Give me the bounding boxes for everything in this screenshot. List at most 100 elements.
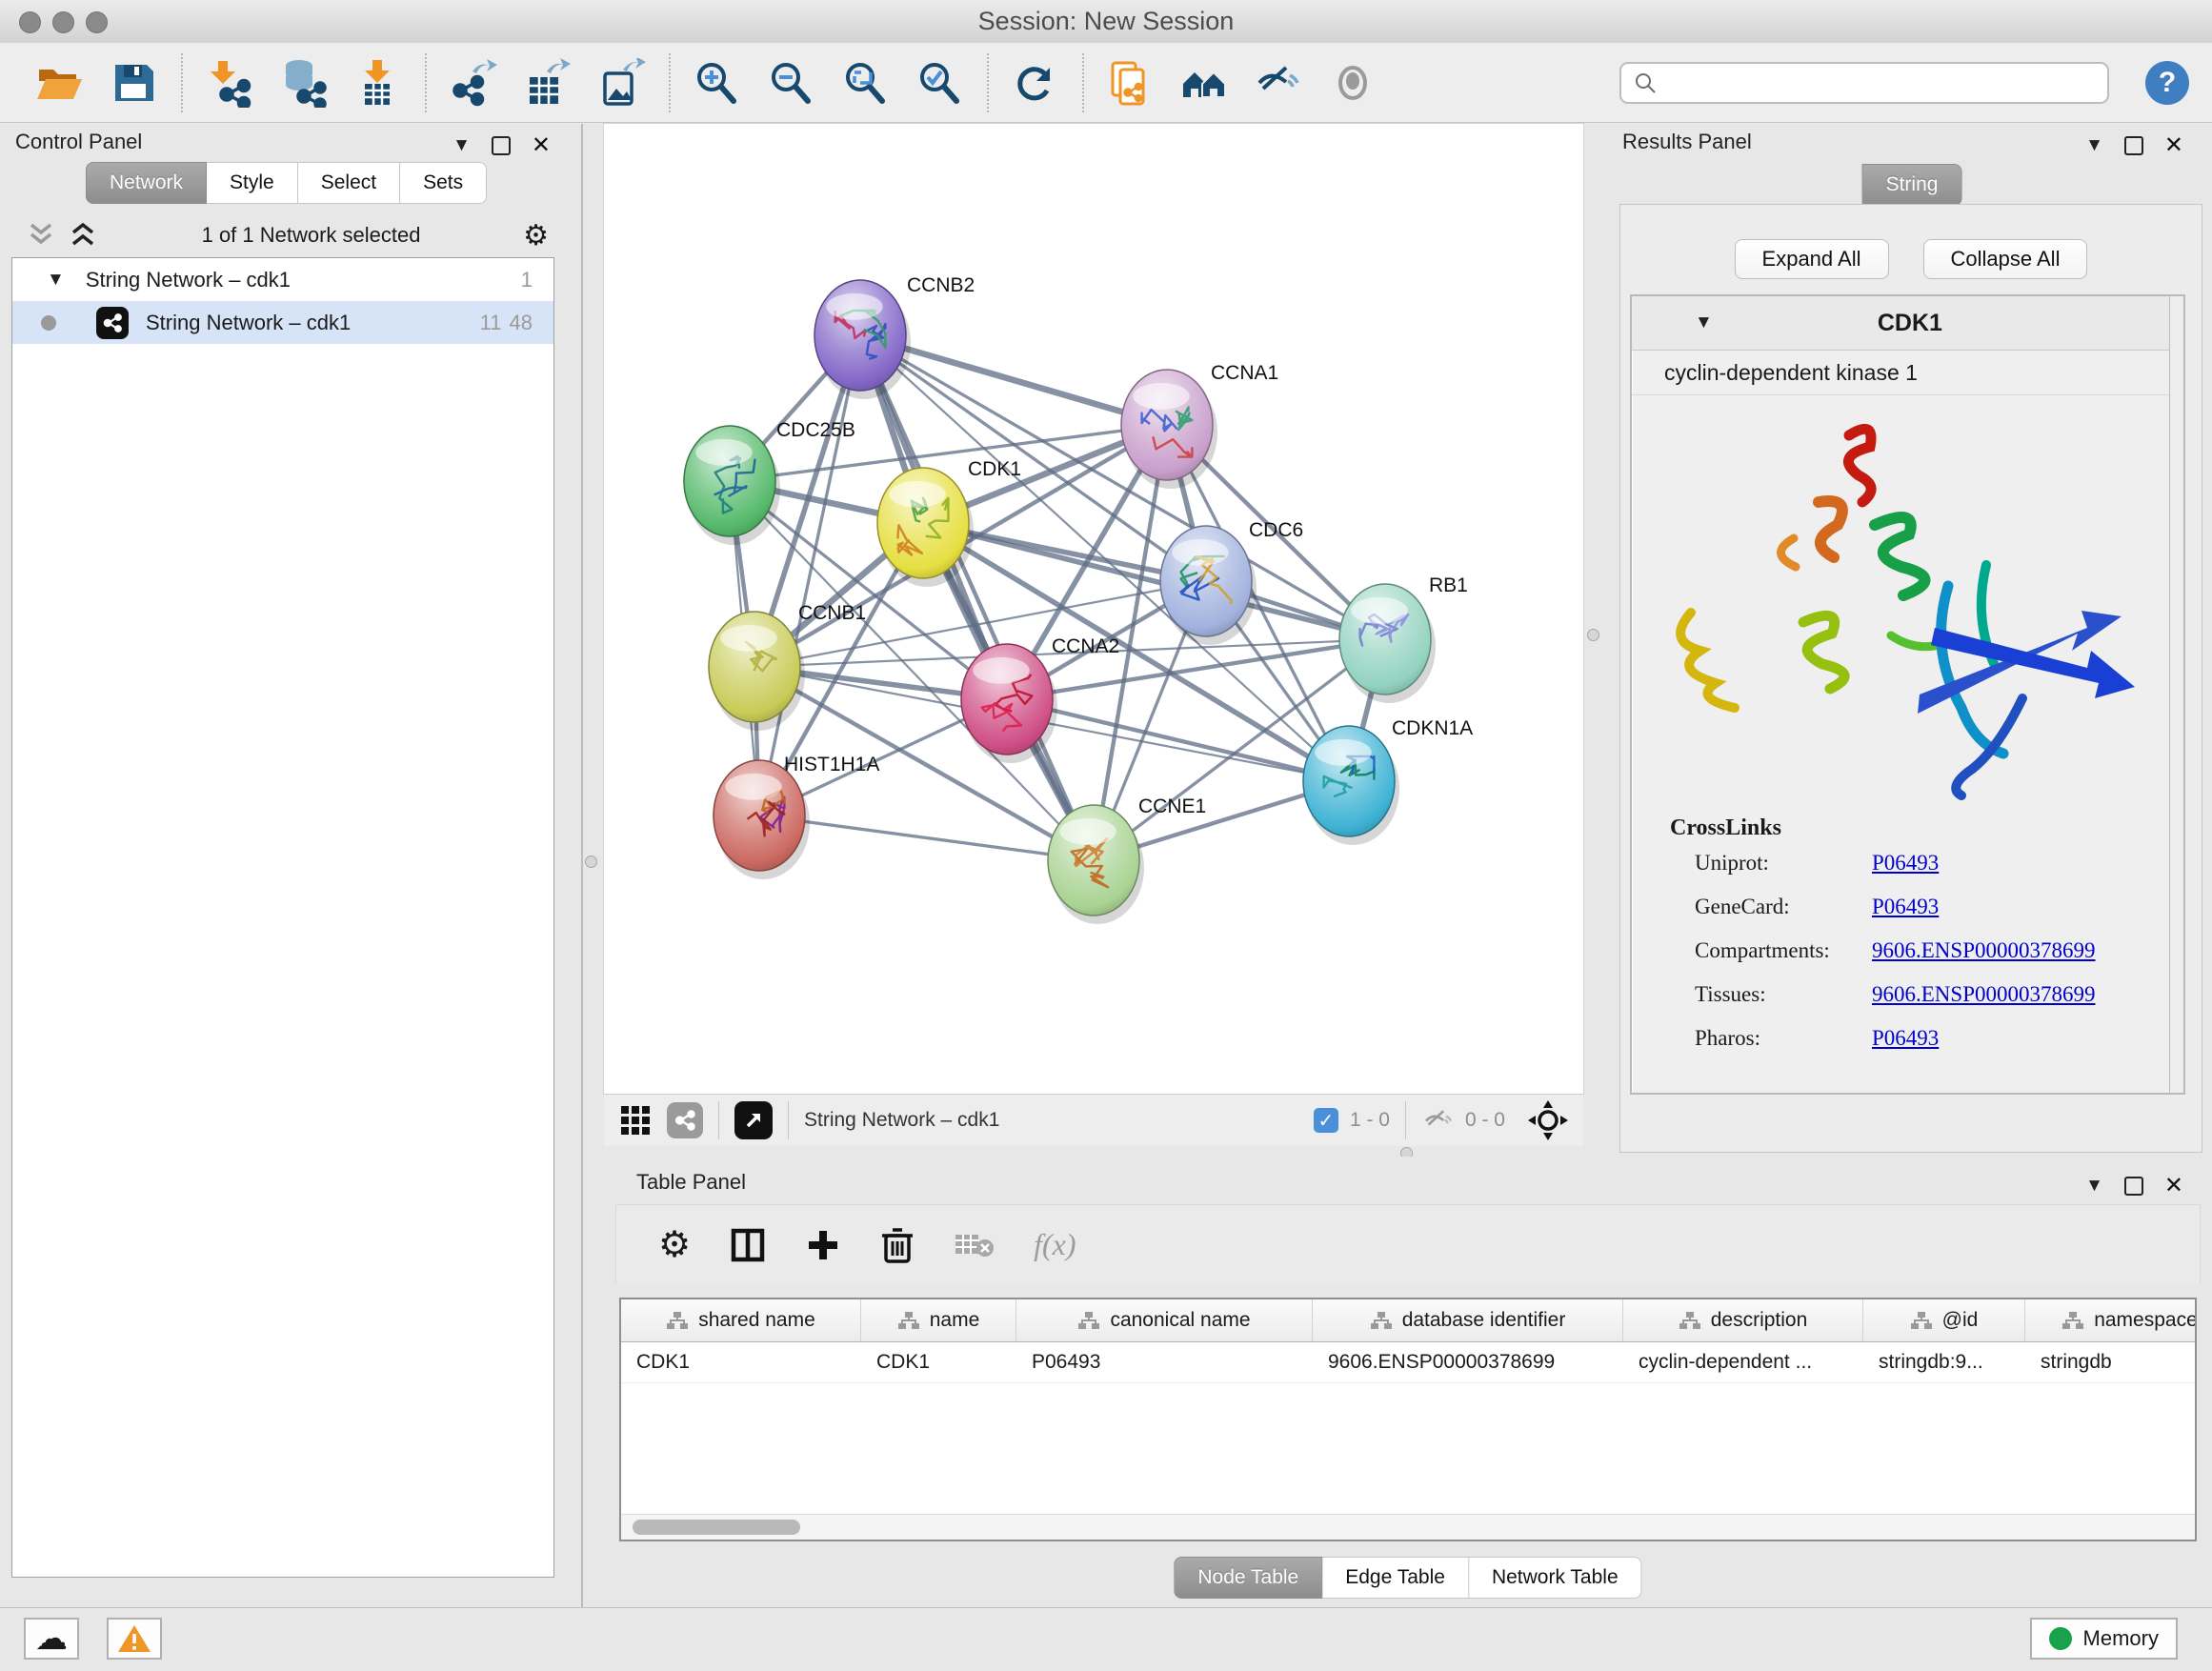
tab-node-table[interactable]: Node Table <box>1174 1557 1322 1599</box>
column-header-namespace[interactable]: namespace <box>2025 1299 2197 1341</box>
search-input[interactable] <box>1619 62 2109 104</box>
column-header-database-identifier[interactable]: database identifier <box>1313 1299 1623 1341</box>
network-options-gear-icon[interactable]: ⚙ <box>523 219 549 252</box>
network-view-canvas[interactable]: CCNB2CCNA1CDC25BCDK1CDC6RB1CCNB1CCNA2CDK… <box>604 124 1583 1094</box>
network-node-CDC6[interactable]: CDC6 <box>1160 519 1303 645</box>
gene-expander-icon[interactable]: ▼ <box>1695 312 1713 333</box>
import-network-database-button[interactable] <box>276 56 330 110</box>
tab-network-table[interactable]: Network Table <box>1469 1557 1642 1599</box>
fit-crosshair-icon[interactable] <box>1526 1098 1570 1142</box>
float-panel-icon[interactable] <box>492 136 511 155</box>
function-builder-icon[interactable]: f(x) <box>1034 1227 1076 1262</box>
delete-table-icon[interactable] <box>954 1229 995 1261</box>
column-header-canonical-name[interactable]: canonical name <box>1016 1299 1313 1341</box>
help-button[interactable]: ? <box>2145 61 2189 105</box>
close-window-button[interactable] <box>19 11 41 33</box>
export-table-button[interactable] <box>520 56 573 110</box>
crosslink-value-link[interactable]: 9606.ENSP00000378699 <box>1872 938 2096 963</box>
import-network-file-button[interactable] <box>202 56 255 110</box>
node-label: CCNB2 <box>907 274 975 296</box>
tab-style[interactable]: Style <box>207 162 298 204</box>
column-header-description[interactable]: description <box>1623 1299 1863 1341</box>
crosslink-value-link[interactable]: P06493 <box>1872 895 1939 919</box>
panel-menu-icon[interactable]: ▼ <box>452 135 471 156</box>
network-edge[interactable] <box>860 335 1094 860</box>
right-splitter-handle[interactable] <box>1587 629 1599 641</box>
expand-all-button[interactable]: Expand All <box>1735 239 1889 279</box>
minimize-window-button[interactable] <box>52 11 74 33</box>
table-body: CDK1CDK1P064939606.ENSP00000378699cyclin… <box>621 1342 2195 1383</box>
table-options-gear-icon[interactable]: ⚙ <box>658 1223 691 1266</box>
selected-checkbox-icon[interactable]: ✓ <box>1314 1108 1338 1133</box>
network-graph[interactable]: CCNB2CCNA1CDC25BCDK1CDC6RB1CCNB1CCNA2CDK… <box>604 124 1583 1094</box>
open-session-button[interactable] <box>32 56 86 110</box>
table-cell: stringdb <box>2025 1342 2197 1382</box>
network-node-RB1[interactable]: RB1 <box>1339 574 1468 703</box>
eye-icon <box>1328 58 1377 108</box>
zoom-fit-button[interactable] <box>838 56 892 110</box>
close-panel-icon[interactable]: ✕ <box>2164 1172 2183 1199</box>
results-scrollbar[interactable] <box>2169 296 2183 1093</box>
float-panel-icon[interactable] <box>2124 1177 2143 1196</box>
tab-sets[interactable]: Sets <box>400 162 487 204</box>
panel-menu-icon[interactable]: ▼ <box>2085 135 2103 156</box>
tab-network[interactable]: Network <box>86 162 207 204</box>
maximize-window-button[interactable] <box>86 11 108 33</box>
save-session-button[interactable] <box>107 56 160 110</box>
collection-expander-icon[interactable]: ▼ <box>47 270 65 291</box>
zoom-out-button[interactable] <box>764 56 817 110</box>
table-horizontal-scrollbar[interactable] <box>621 1514 2195 1540</box>
string-home-button[interactable] <box>1177 56 1231 110</box>
birdseye-view-icon[interactable] <box>734 1101 773 1139</box>
network-node-HIST1H1A[interactable]: HIST1H1A <box>714 754 879 879</box>
zoom-selected-button[interactable] <box>913 56 966 110</box>
network-edge[interactable] <box>759 335 860 815</box>
add-column-icon[interactable] <box>805 1227 841 1263</box>
network-collection-row[interactable]: ▼ String Network – cdk1 1 <box>12 258 553 301</box>
grid-view-icon[interactable] <box>619 1104 652 1137</box>
panel-menu-icon[interactable]: ▼ <box>2085 1176 2103 1197</box>
main-toolbar: ? <box>0 43 2212 123</box>
network-node-CCNB2[interactable]: CCNB2 <box>814 274 975 399</box>
crosslink-value-link[interactable]: P06493 <box>1872 1026 1939 1051</box>
column-header-@id[interactable]: @id <box>1863 1299 2025 1341</box>
control-panel: Control Panel ▼ ✕ NetworkStyleSelectSets… <box>0 124 583 1608</box>
collapse-all-button[interactable]: Collapse All <box>1923 239 2088 279</box>
zoom-in-button[interactable] <box>690 56 743 110</box>
table-row[interactable]: CDK1CDK1P064939606.ENSP00000378699cyclin… <box>621 1342 2195 1383</box>
float-panel-icon[interactable] <box>2124 136 2143 155</box>
crosslink-value-link[interactable]: 9606.ENSP00000378699 <box>1872 982 2096 1007</box>
show-columns-icon[interactable] <box>729 1226 767 1264</box>
left-splitter-handle[interactable] <box>585 856 597 868</box>
export-network-button[interactable] <box>446 56 499 110</box>
gene-card-header[interactable]: ▼ CDK1 <box>1632 296 2183 351</box>
warnings-button[interactable] <box>107 1618 162 1660</box>
selection-status: 1 of 1 Network selected <box>99 223 523 248</box>
column-header-name[interactable]: name <box>861 1299 1016 1341</box>
show-all-button[interactable] <box>1326 56 1379 110</box>
clone-network-button[interactable] <box>1103 56 1156 110</box>
hide-unselected-button[interactable] <box>1252 56 1305 110</box>
tab-string[interactable]: String <box>1862 164 1962 206</box>
network-type-badge-icon[interactable] <box>667 1102 703 1138</box>
export-image-button[interactable] <box>594 56 648 110</box>
cloud-button[interactable]: ☁ <box>24 1618 79 1660</box>
scrollbar-thumb[interactable] <box>633 1520 800 1535</box>
memory-button[interactable]: Memory <box>2030 1618 2178 1660</box>
tab-select[interactable]: Select <box>298 162 400 204</box>
column-header-shared-name[interactable]: shared name <box>621 1299 861 1341</box>
delete-column-icon[interactable] <box>879 1226 915 1264</box>
network-node-CDKN1A[interactable]: CDKN1A <box>1303 717 1473 845</box>
crosslink-label: Uniprot: <box>1695 851 1872 876</box>
network-row[interactable]: String Network – cdk1 11 48 <box>12 301 553 344</box>
collapse-all-networks-icon[interactable] <box>25 221 57 250</box>
import-table-file-button[interactable] <box>351 56 404 110</box>
close-panel-icon[interactable]: ✕ <box>532 131 551 159</box>
crosslink-value-link[interactable]: P06493 <box>1872 851 1939 876</box>
network-node-CCNA1[interactable]: CCNA1 <box>1121 362 1278 489</box>
expand-all-networks-icon[interactable] <box>67 221 99 250</box>
tab-edge-table[interactable]: Edge Table <box>1322 1557 1469 1599</box>
network-node-CCNE1[interactable]: CCNE1 <box>1048 795 1206 924</box>
refresh-button[interactable] <box>1008 56 1061 110</box>
close-panel-icon[interactable]: ✕ <box>2164 131 2183 159</box>
